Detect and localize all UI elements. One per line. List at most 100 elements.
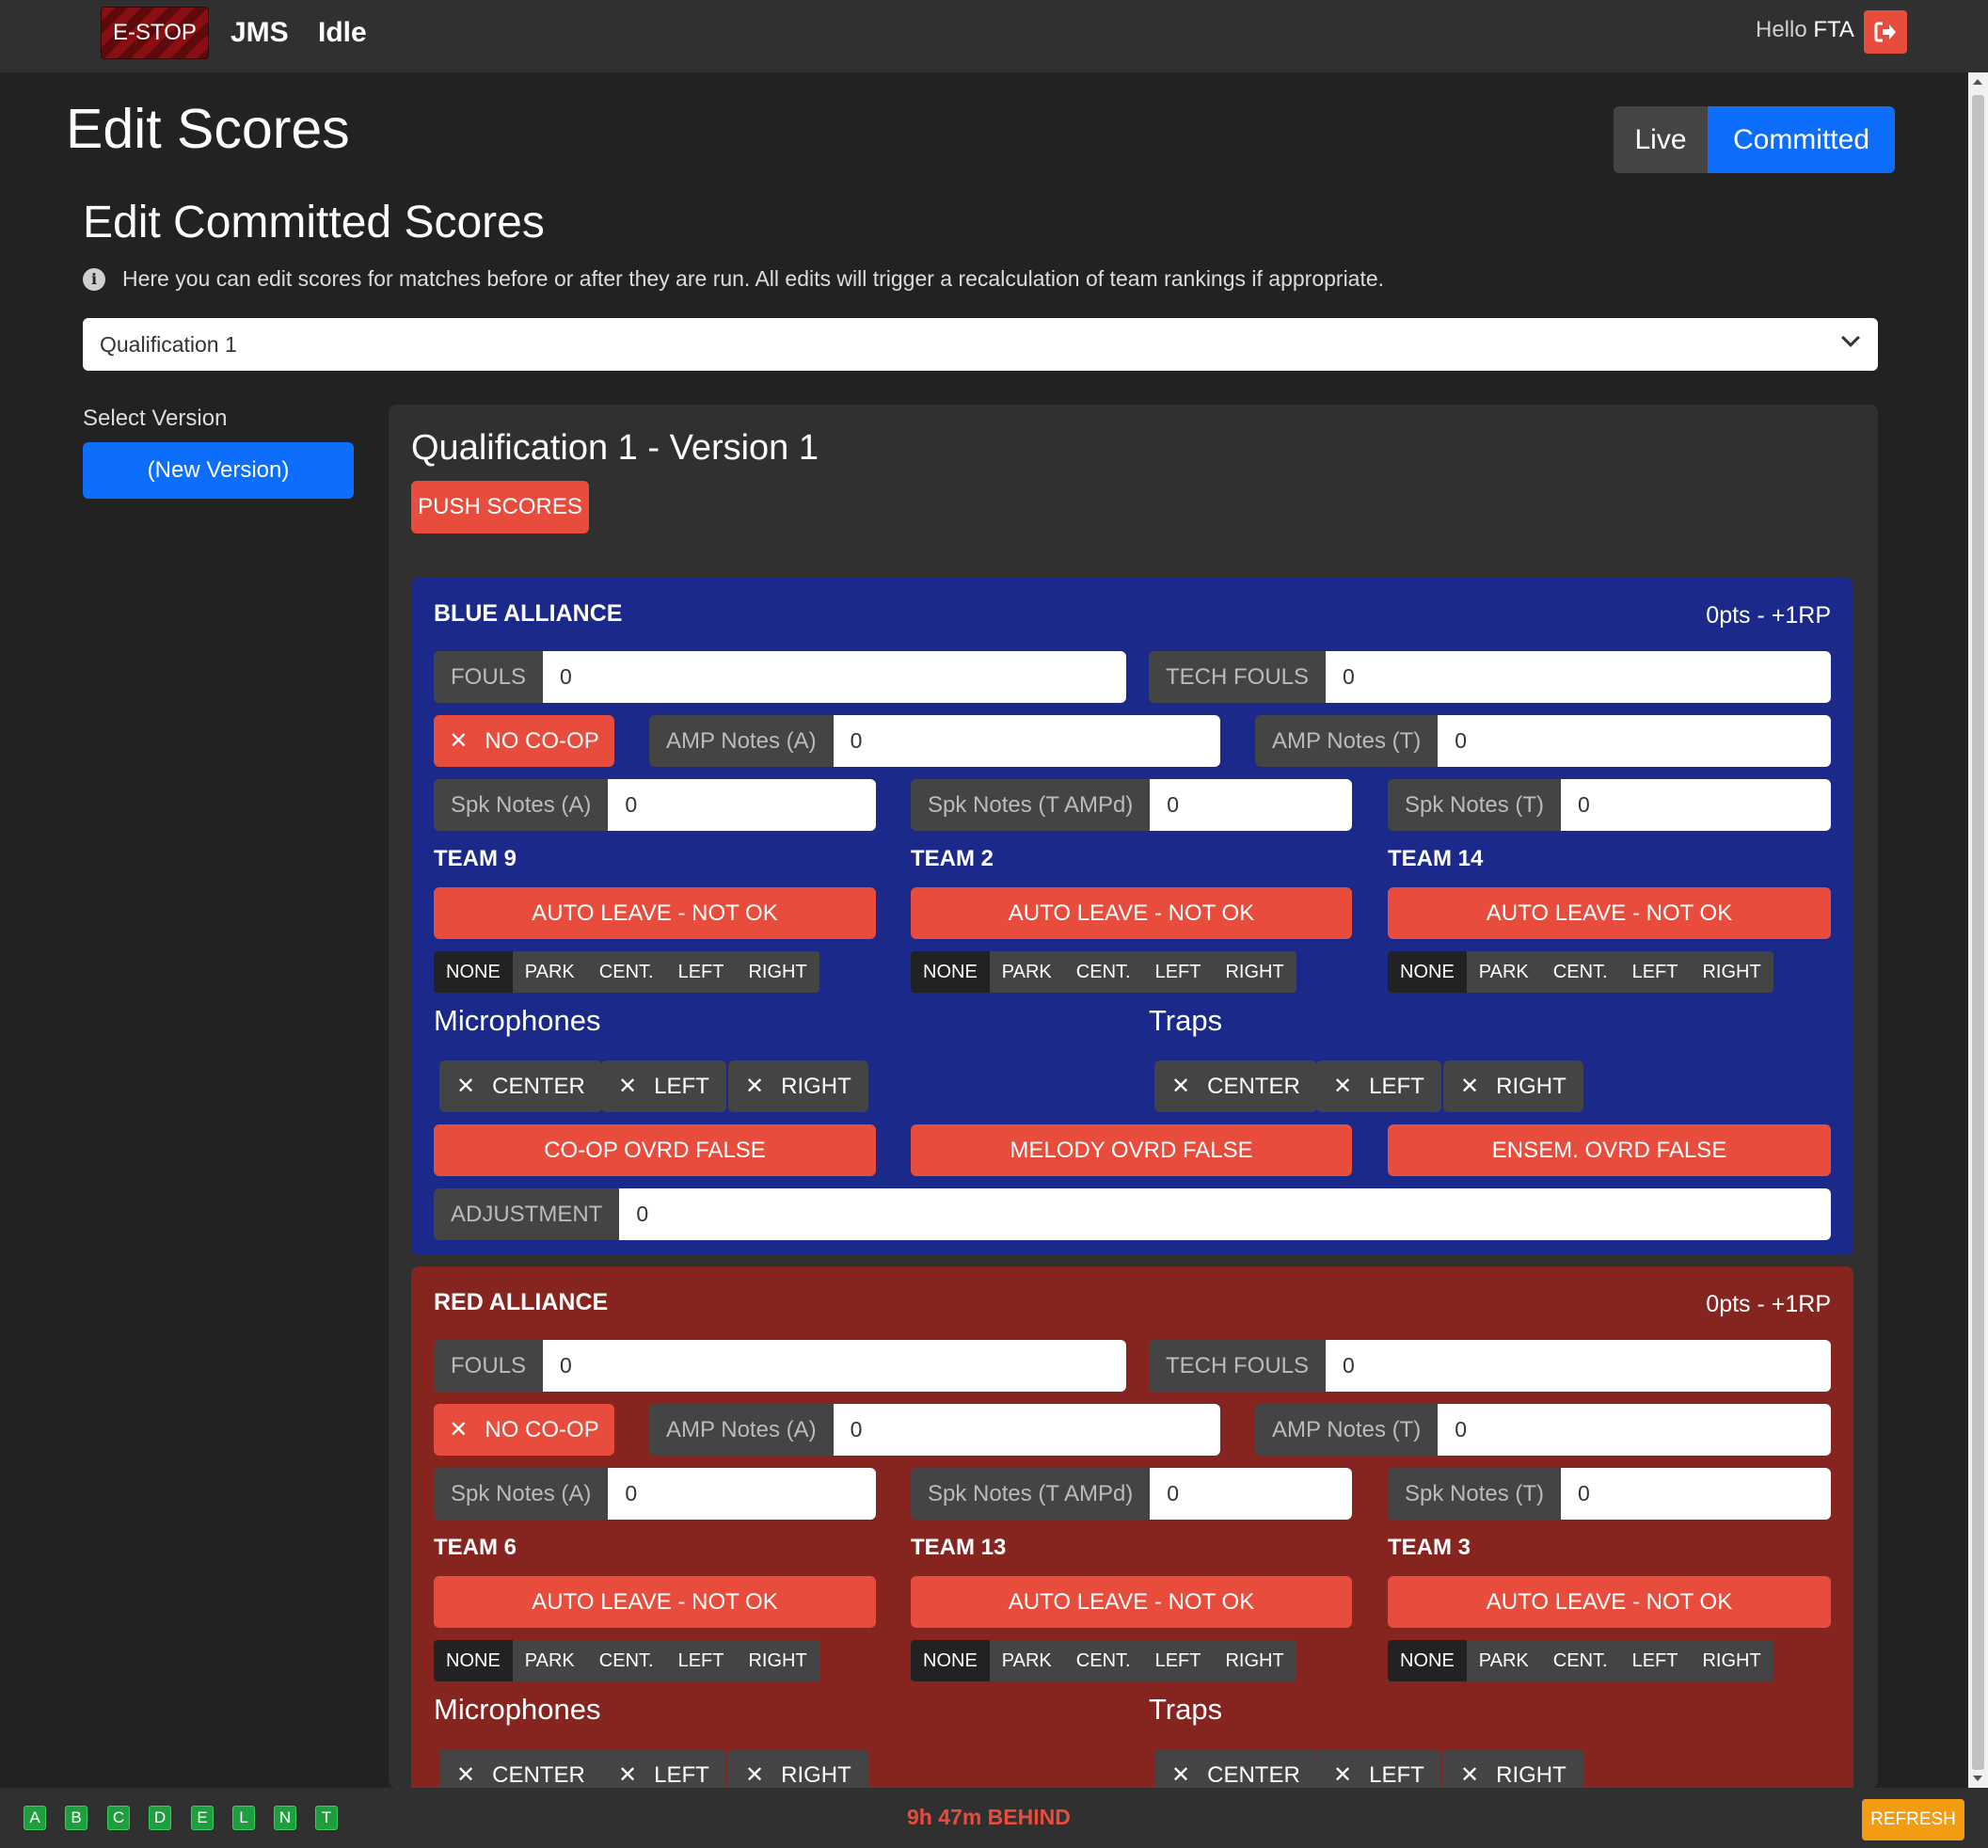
endgame-none[interactable]: NONE [434, 951, 513, 993]
refresh-button[interactable]: REFRESH [1862, 1799, 1964, 1840]
endgame-right[interactable]: RIGHT [736, 1640, 819, 1681]
tech-fouls-label: TECH FOULS [1149, 1340, 1327, 1392]
adjustment-input[interactable]: 0 [619, 1188, 1831, 1240]
amp-notes-teleop-input[interactable]: 0 [1438, 1404, 1831, 1456]
trap-center-toggle[interactable]: ✕ CENTER [1154, 1060, 1317, 1112]
trap-right-toggle[interactable]: ✕ RIGHT [1443, 1749, 1583, 1788]
endgame-right[interactable]: RIGHT [1690, 1640, 1773, 1681]
auto-leave-button[interactable]: AUTO LEAVE - NOT OK [1388, 1576, 1831, 1628]
speaker-notes-amped-input[interactable]: 0 [1150, 779, 1352, 831]
endgame-left[interactable]: LEFT [1619, 951, 1691, 993]
endgame-none[interactable]: NONE [434, 1640, 513, 1681]
traps-heading: Traps [1149, 1004, 1223, 1037]
scrollbar-thumb[interactable] [1972, 95, 1984, 1770]
live-committed-toggle: Live Committed [1614, 106, 1895, 173]
amp-notes-auto-label: AMP Notes (A) [649, 715, 834, 767]
microphone-left-toggle[interactable]: ✕ LEFT [601, 1060, 726, 1112]
coop-override-button[interactable]: CO-OP OVRD FALSE [434, 1124, 876, 1176]
amp-notes-auto-input[interactable]: 0 [833, 1404, 1220, 1456]
speaker-notes-auto-input[interactable]: 0 [608, 1468, 876, 1520]
endgame-none[interactable]: NONE [1388, 951, 1467, 993]
speaker-notes-amped-input[interactable]: 0 [1150, 1468, 1352, 1520]
amp-notes-auto-input[interactable]: 0 [833, 715, 1220, 767]
fouls-field: FOULS 0 [434, 1340, 1126, 1392]
endgame-left[interactable]: LEFT [1142, 1640, 1214, 1681]
ds-indicator: N [274, 1806, 296, 1830]
match-select[interactable]: Qualification 1 [83, 318, 1878, 371]
auto-leave-button[interactable]: AUTO LEAVE - NOT OK [434, 1576, 876, 1628]
fouls-field: FOULS 0 [434, 651, 1126, 703]
microphone-right-toggle[interactable]: ✕ RIGHT [728, 1060, 868, 1112]
push-scores-button[interactable]: PUSH SCORES [411, 481, 589, 534]
auto-leave-button[interactable]: AUTO LEAVE - NOT OK [434, 887, 876, 939]
close-icon: ✕ [618, 1074, 638, 1099]
center-label: CENTER [1207, 1073, 1300, 1099]
fouls-input[interactable]: 0 [543, 651, 1126, 703]
estop-button[interactable]: E-STOP [101, 7, 209, 59]
traps-heading: Traps [1149, 1693, 1223, 1726]
microphone-right-toggle[interactable]: ✕ RIGHT [728, 1749, 868, 1788]
fouls-input[interactable]: 0 [543, 1340, 1126, 1392]
endgame-right[interactable]: RIGHT [1213, 951, 1296, 993]
brand[interactable]: JMS [231, 17, 289, 49]
fouls-label: FOULS [434, 651, 544, 703]
no-coop-label: NO CO-OP [485, 727, 599, 754]
endgame-center[interactable]: CENT. [1540, 1640, 1620, 1681]
tech-fouls-input[interactable]: 0 [1326, 1340, 1831, 1392]
trap-left-toggle[interactable]: ✕ LEFT [1316, 1060, 1441, 1112]
tech-fouls-field: TECH FOULS 0 [1149, 1340, 1831, 1392]
endgame-left[interactable]: LEFT [1619, 1640, 1691, 1681]
endgame-park[interactable]: PARK [989, 1640, 1064, 1681]
microphone-center-toggle[interactable]: ✕ CENTER [439, 1749, 602, 1788]
endgame-park[interactable]: PARK [512, 951, 587, 993]
endgame-park[interactable]: PARK [1466, 1640, 1541, 1681]
center-label: CENTER [1207, 1761, 1300, 1788]
logout-button[interactable] [1864, 10, 1907, 54]
scroll-down-arrow[interactable] [1973, 1776, 1982, 1781]
alliance-points: 0pts - +1RP [1706, 1291, 1831, 1317]
endgame-park[interactable]: PARK [1466, 951, 1541, 993]
close-icon: ✕ [456, 1762, 476, 1788]
trap-left-toggle[interactable]: ✕ LEFT [1316, 1749, 1441, 1788]
committed-toggle-button[interactable]: Committed [1708, 106, 1895, 173]
endgame-left[interactable]: LEFT [665, 1640, 737, 1681]
endgame-right[interactable]: RIGHT [1213, 1640, 1296, 1681]
endgame-right[interactable]: RIGHT [1690, 951, 1773, 993]
endgame-right[interactable]: RIGHT [736, 951, 819, 993]
no-coop-button[interactable]: ✕ NO CO-OP [434, 715, 614, 767]
auto-leave-button[interactable]: AUTO LEAVE - NOT OK [1388, 887, 1831, 939]
scroll-up-arrow[interactable] [1973, 79, 1982, 85]
speaker-notes-teleop-input[interactable]: 0 [1561, 779, 1831, 831]
endgame-center[interactable]: CENT. [586, 1640, 666, 1681]
speaker-notes-amped-field: Spk Notes (T AMPd) 0 [911, 779, 1352, 831]
endgame-center[interactable]: CENT. [1540, 951, 1620, 993]
new-version-button[interactable]: (New Version) [83, 442, 354, 499]
amp-notes-teleop-input[interactable]: 0 [1438, 715, 1831, 767]
speaker-notes-teleop-input[interactable]: 0 [1561, 1468, 1831, 1520]
auto-leave-button[interactable]: AUTO LEAVE - NOT OK [911, 1576, 1352, 1628]
live-toggle-button[interactable]: Live [1614, 106, 1708, 173]
left-label: LEFT [654, 1761, 709, 1788]
endgame-none[interactable]: NONE [911, 1640, 990, 1681]
endgame-none[interactable]: NONE [911, 951, 990, 993]
ensemble-override-button[interactable]: ENSEM. OVRD FALSE [1388, 1124, 1831, 1176]
endgame-left[interactable]: LEFT [1142, 951, 1214, 993]
microphone-center-toggle[interactable]: ✕ CENTER [439, 1060, 602, 1112]
trap-center-toggle[interactable]: ✕ CENTER [1154, 1749, 1317, 1788]
microphone-left-toggle[interactable]: ✕ LEFT [601, 1749, 726, 1788]
amp-notes-teleop-field: AMP Notes (T) 0 [1255, 1404, 1831, 1456]
endgame-none[interactable]: NONE [1388, 1640, 1467, 1681]
auto-leave-button[interactable]: AUTO LEAVE - NOT OK [911, 887, 1352, 939]
endgame-park[interactable]: PARK [512, 1640, 587, 1681]
endgame-center[interactable]: CENT. [1063, 1640, 1143, 1681]
trap-right-toggle[interactable]: ✕ RIGHT [1443, 1060, 1583, 1112]
page-scrollbar[interactable] [1968, 72, 1988, 1788]
speaker-notes-auto-input[interactable]: 0 [608, 779, 876, 831]
endgame-left[interactable]: LEFT [665, 951, 737, 993]
melody-override-button[interactable]: MELODY OVRD FALSE [911, 1124, 1352, 1176]
endgame-park[interactable]: PARK [989, 951, 1064, 993]
endgame-center[interactable]: CENT. [586, 951, 666, 993]
no-coop-button[interactable]: ✕ NO CO-OP [434, 1404, 614, 1456]
tech-fouls-input[interactable]: 0 [1326, 651, 1831, 703]
endgame-center[interactable]: CENT. [1063, 951, 1143, 993]
